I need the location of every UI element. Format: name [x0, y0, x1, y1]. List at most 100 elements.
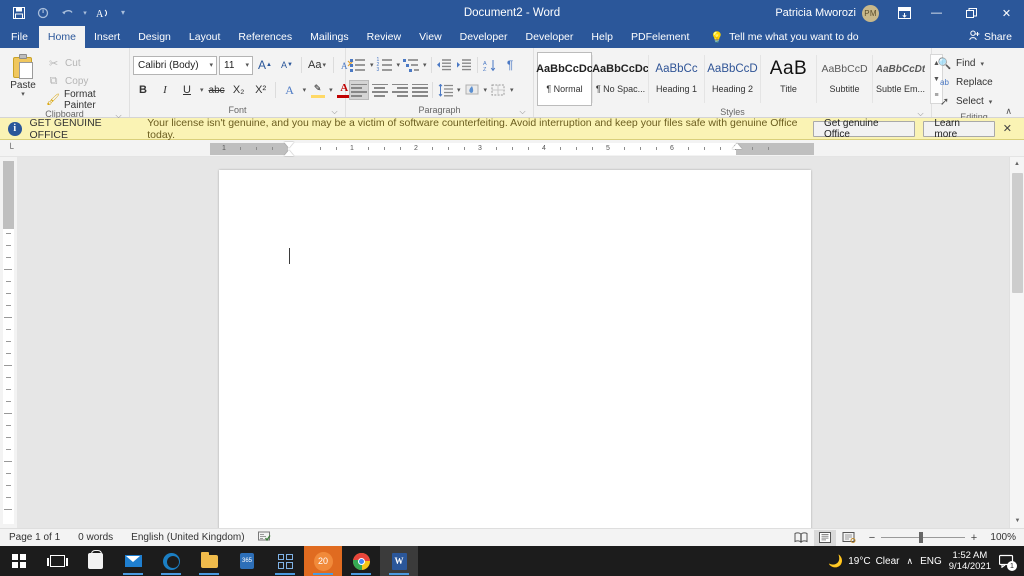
web-layout-view-button[interactable] — [838, 530, 860, 546]
font-name-combo[interactable]: Calibri (Body) ▾ — [133, 55, 217, 75]
change-case-button[interactable]: Aa ▾ — [306, 55, 329, 75]
vertical-scrollbar[interactable]: ▲ ▼ — [1009, 157, 1024, 528]
find-caret-icon[interactable]: ▾ — [979, 60, 985, 68]
read-mode-view-button[interactable] — [790, 530, 812, 546]
redo-caret-icon[interactable]: ▾ — [80, 3, 90, 23]
highlight-caret-icon[interactable]: ▾ — [328, 86, 334, 94]
numbering-button[interactable]: 1 2 3 — [376, 55, 395, 75]
edge-button[interactable] — [152, 546, 190, 576]
align-center-button[interactable] — [370, 80, 389, 100]
collapse-ribbon-button[interactable]: ∧ — [1005, 106, 1012, 117]
avatar[interactable]: PM — [862, 4, 879, 22]
tab-layout[interactable]: Layout — [180, 26, 230, 48]
start-button[interactable] — [0, 546, 38, 576]
document-page[interactable] — [219, 170, 811, 528]
tab-design[interactable]: Design — [129, 26, 180, 48]
underline-dropdown-caret-icon[interactable]: ▾ — [199, 86, 205, 94]
paste-dropdown-caret-icon[interactable]: ▾ — [21, 91, 25, 99]
borders-button[interactable] — [489, 80, 508, 100]
underline-button[interactable]: U — [177, 80, 197, 100]
word-count[interactable]: 0 words — [69, 532, 122, 543]
decrease-indent-button[interactable] — [435, 55, 454, 75]
show-hidden-icons-icon[interactable]: ∧ — [906, 556, 913, 567]
replace-button[interactable]: ab Replace — [935, 73, 995, 92]
proofing-icon[interactable] — [254, 531, 275, 545]
notifications-button[interactable]: 1 — [998, 552, 1017, 571]
maximize-restore-button[interactable] — [954, 0, 989, 26]
task-view-button[interactable] — [38, 546, 76, 576]
vertical-ruler[interactable] — [0, 157, 17, 528]
style-heading-1[interactable]: AaBbCс Heading 1 — [649, 52, 704, 106]
style-no-spacing[interactable]: AaBbCcDc ¶ No Spac... — [592, 52, 649, 106]
style-heading-2[interactable]: AaBbCcD Heading 2 — [705, 52, 760, 106]
word-button[interactable]: W — [380, 546, 418, 576]
tab-file[interactable]: File — [0, 26, 39, 48]
close-button[interactable]: ✕ — [989, 0, 1024, 26]
grid-app-button[interactable] — [266, 546, 304, 576]
style-subtitle[interactable]: AaBbCcD Subtitle — [817, 52, 872, 106]
increase-indent-button[interactable] — [455, 55, 474, 75]
hanging-indent-marker[interactable] — [284, 150, 294, 156]
style-normal[interactable]: AaBbCcDc ¶ Normal — [536, 52, 593, 106]
scroll-down-icon[interactable]: ▼ — [1010, 514, 1024, 528]
tab-developer-2[interactable]: Developer — [517, 26, 583, 48]
zoom-out-button[interactable]: − — [867, 532, 877, 544]
learn-more-button[interactable]: Learn more — [923, 118, 995, 140]
tab-insert[interactable]: Insert — [85, 26, 129, 48]
multilevel-caret-icon[interactable]: ▾ — [422, 61, 428, 69]
numbering-caret-icon[interactable]: ▾ — [396, 61, 402, 69]
show-hide-formatting-button[interactable]: ¶ — [501, 55, 520, 75]
tab-developer-1[interactable]: Developer — [451, 26, 517, 48]
horizontal-ruler[interactable]: └ 1 1 2 3 4 5 6 7 — [0, 140, 1024, 157]
blue-app-button[interactable]: 365 — [228, 546, 266, 576]
chrome-button[interactable] — [342, 546, 380, 576]
banner-close-icon[interactable]: ✕ — [1003, 122, 1016, 135]
find-button[interactable]: 🔍 Find ▾ — [935, 54, 987, 73]
language-indicator-tray[interactable]: ENG — [920, 556, 942, 567]
cut-button[interactable]: ✂ Cut — [43, 55, 126, 72]
ribbon-display-options-icon[interactable] — [889, 0, 919, 26]
right-indent-marker[interactable] — [732, 143, 742, 149]
scroll-up-icon[interactable]: ▲ — [1010, 157, 1024, 171]
style-subtle-emphasis[interactable]: AaBbCcDt Subtle Em... — [873, 52, 928, 106]
mail-button[interactable] — [114, 546, 152, 576]
scrollbar-thumb[interactable] — [1012, 173, 1023, 293]
minimize-button[interactable]: — — [919, 0, 954, 26]
copy-button[interactable]: ⧉ Copy — [43, 73, 126, 90]
shading-button[interactable] — [463, 80, 482, 100]
text-highlight-color-button[interactable]: ✎ — [309, 83, 326, 98]
customize-qat-icon[interactable]: ▾ — [116, 3, 130, 23]
tab-help[interactable]: Help — [582, 26, 622, 48]
save-icon[interactable] — [8, 3, 30, 23]
multilevel-list-button[interactable] — [402, 55, 421, 75]
undo-icon[interactable] — [56, 3, 78, 23]
tab-view[interactable]: View — [410, 26, 451, 48]
sort-button[interactable]: AZ — [481, 55, 500, 75]
first-line-indent-marker[interactable] — [284, 142, 294, 148]
language-indicator[interactable]: English (United Kingdom) — [122, 532, 253, 543]
tab-pdfelement[interactable]: PDFelement — [622, 26, 698, 48]
file-explorer-button[interactable] — [190, 546, 228, 576]
weather-widget[interactable]: 🌙 19°C Clear — [828, 554, 899, 568]
text-effects-caret-icon[interactable]: ▾ — [302, 86, 308, 94]
orange-app-button[interactable]: 20 — [304, 546, 342, 576]
select-caret-icon[interactable]: ▾ — [988, 98, 994, 106]
justify-button[interactable] — [410, 80, 429, 100]
bold-button[interactable]: B — [133, 80, 153, 100]
font-size-combo[interactable]: 11 ▾ — [219, 55, 253, 75]
tab-review[interactable]: Review — [358, 26, 410, 48]
zoom-level-label[interactable]: 100% — [986, 532, 1016, 543]
align-right-button[interactable] — [390, 80, 409, 100]
print-layout-view-button[interactable] — [814, 529, 836, 546]
paragraph-dialog-launcher[interactable]: ⌵ — [517, 106, 528, 117]
shrink-font-button[interactable]: A ▼ — [277, 55, 297, 75]
bullets-caret-icon[interactable]: ▾ — [369, 61, 375, 69]
tab-home[interactable]: Home — [38, 26, 85, 48]
font-dialog-launcher[interactable]: ⌵ — [329, 106, 340, 117]
shading-caret-icon[interactable]: ▾ — [483, 86, 489, 94]
share-button[interactable]: Share — [969, 26, 1024, 48]
tab-references[interactable]: References — [229, 26, 301, 48]
clock[interactable]: 1:52 AM 9/14/2021 — [949, 550, 991, 572]
strikethrough-button[interactable]: abc — [207, 80, 227, 100]
text-effects-button[interactable]: A — [280, 80, 300, 100]
